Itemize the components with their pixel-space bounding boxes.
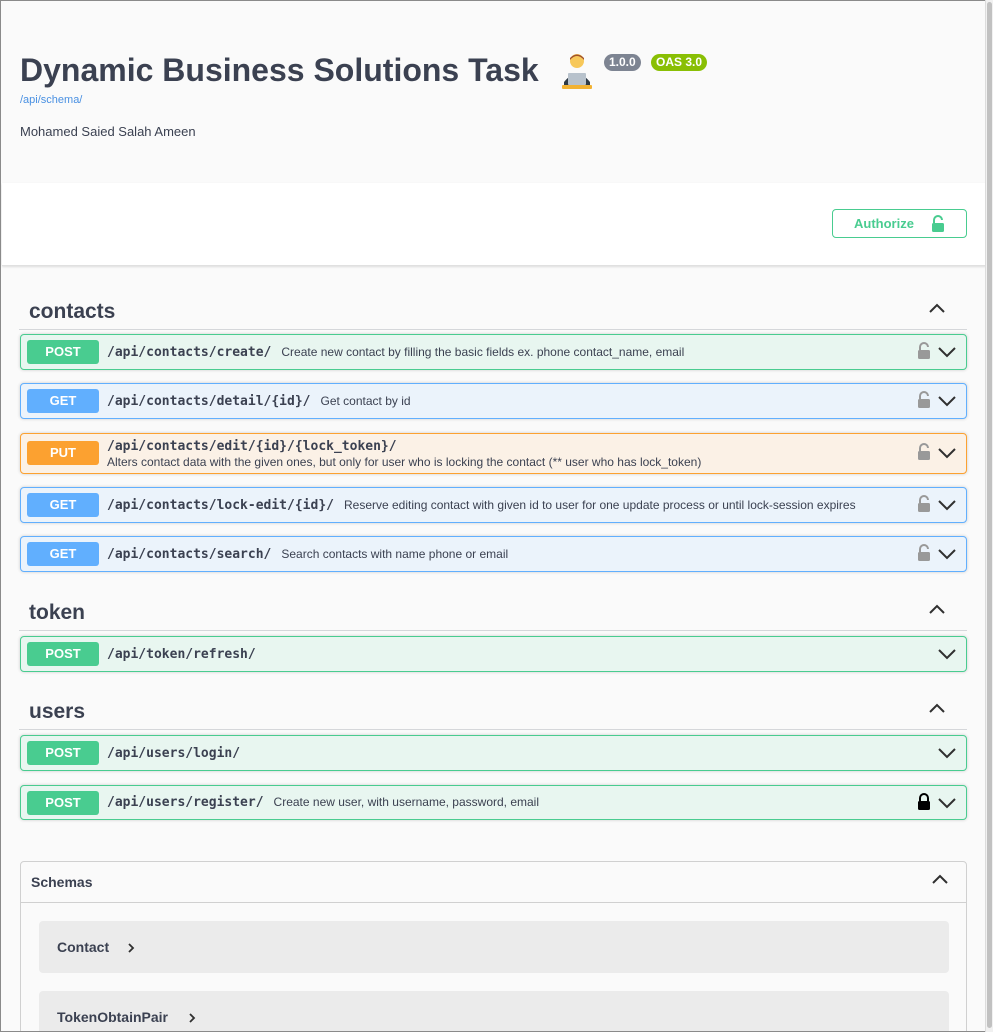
unlock-icon[interactable] xyxy=(917,495,931,513)
chevron-down-icon[interactable] xyxy=(938,447,956,459)
operation-summary: Reserve editing contact with given id to… xyxy=(343,498,856,512)
swagger-page: Dynamic Business Solutions Task 1.0.0 OA… xyxy=(0,0,993,1032)
operation-post-users-login[interactable]: POST /api/users/login/ xyxy=(20,735,967,771)
model-name: Contact xyxy=(57,939,110,955)
operation-path: /api/token/refresh/ xyxy=(107,647,256,662)
operation-path: /api/contacts/search/Search contacts wit… xyxy=(107,547,509,562)
operation-get-contacts-lock-edit[interactable]: GET /api/contacts/lock-edit/{id}/Reserve… xyxy=(20,487,967,523)
scrollbar[interactable] xyxy=(985,0,993,1032)
tag-name: users xyxy=(29,700,86,723)
version-badge: 1.0.0 xyxy=(604,54,641,71)
method-badge: PUT xyxy=(27,441,99,465)
method-badge: POST xyxy=(27,791,99,815)
tag-token[interactable]: token xyxy=(19,591,967,631)
author-description: Mohamed Saied Salah Ameen xyxy=(20,124,196,139)
method-badge: POST xyxy=(27,642,99,666)
chevron-right-icon[interactable] xyxy=(188,1013,196,1023)
model-tokenobtainpair[interactable]: TokenObtainPair xyxy=(39,991,949,1031)
chevron-up-icon[interactable] xyxy=(929,703,945,713)
tag-contacts[interactable]: contacts xyxy=(19,290,967,330)
chevron-down-icon[interactable] xyxy=(938,499,956,511)
unlock-icon[interactable] xyxy=(917,443,931,461)
operation-summary: Get contact by id xyxy=(320,394,411,408)
operation-post-contacts-create[interactable]: POST /api/contacts/create/Create new con… xyxy=(20,334,967,370)
chevron-up-icon[interactable] xyxy=(932,874,948,884)
chevron-up-icon[interactable] xyxy=(929,604,945,614)
method-badge: POST xyxy=(27,741,99,765)
operation-summary: Search contacts with name phone or email xyxy=(281,547,509,561)
schemas-title: Schemas xyxy=(31,874,93,890)
operation-path: /api/users/register/Create new user, wit… xyxy=(107,795,539,810)
chevron-down-icon[interactable] xyxy=(938,797,956,809)
unlock-icon[interactable] xyxy=(917,544,931,562)
operation-post-users-register[interactable]: POST /api/users/register/Create new user… xyxy=(20,785,967,820)
chevron-down-icon[interactable] xyxy=(938,648,956,660)
page-title: Dynamic Business Solutions Task xyxy=(20,52,539,88)
operation-path: /api/users/login/ xyxy=(107,746,241,761)
tag-name: contacts xyxy=(29,300,116,323)
operation-summary: Create new user, with username, password… xyxy=(273,795,539,809)
technologist-emoji-icon xyxy=(562,54,592,89)
unlock-icon[interactable] xyxy=(917,342,931,360)
info-section: Dynamic Business Solutions Task 1.0.0 OA… xyxy=(2,2,986,183)
operation-summary: Alters contact data with the given ones,… xyxy=(107,455,702,469)
unlock-icon xyxy=(932,215,944,232)
operation-put-contacts-edit[interactable]: PUT /api/contacts/edit/{id}/{lock_token}… xyxy=(20,433,967,474)
schemas-header[interactable]: Schemas xyxy=(21,862,966,903)
lock-icon[interactable] xyxy=(917,793,931,811)
method-badge: GET xyxy=(27,389,99,413)
operation-path: /api/contacts/edit/{id}/{lock_token}/ xyxy=(107,439,397,454)
chevron-right-icon[interactable] xyxy=(127,943,135,953)
operation-path: /api/contacts/create/Create new contact … xyxy=(107,345,685,360)
schemas-section: Schemas Contact TokenObtainPair xyxy=(20,861,967,1031)
chevron-up-icon[interactable] xyxy=(929,303,945,313)
operation-path: /api/contacts/detail/{id}/Get contact by… xyxy=(107,394,411,409)
chevron-down-icon[interactable] xyxy=(938,395,956,407)
tag-users[interactable]: users xyxy=(19,690,967,730)
operation-post-token-refresh[interactable]: POST /api/token/refresh/ xyxy=(20,636,967,672)
chevron-down-icon[interactable] xyxy=(938,548,956,560)
method-badge: GET xyxy=(27,493,99,517)
oas-badge: OAS 3.0 xyxy=(651,54,708,71)
unlock-icon[interactable] xyxy=(917,391,931,409)
model-name: TokenObtainPair xyxy=(57,1009,168,1025)
operation-summary: Create new contact by filling the basic … xyxy=(281,345,685,359)
tag-name: token xyxy=(29,601,86,624)
model-contact[interactable]: Contact xyxy=(39,921,949,973)
method-badge: GET xyxy=(27,542,99,566)
authorize-label: Authorize xyxy=(854,216,914,231)
schema-link[interactable]: /api/schema/ xyxy=(20,94,82,106)
operation-get-contacts-search[interactable]: GET /api/contacts/search/Search contacts… xyxy=(20,536,967,572)
operation-get-contacts-detail[interactable]: GET /api/contacts/detail/{id}/Get contac… xyxy=(20,383,967,419)
scrollbar-thumb[interactable] xyxy=(987,2,992,1028)
operation-path: /api/contacts/lock-edit/{id}/Reserve edi… xyxy=(107,498,856,513)
chevron-down-icon[interactable] xyxy=(938,346,956,358)
authorize-button[interactable]: Authorize xyxy=(832,209,967,238)
chevron-down-icon[interactable] xyxy=(938,747,956,759)
authorize-bar: Authorize xyxy=(2,183,986,266)
method-badge: POST xyxy=(27,340,99,364)
